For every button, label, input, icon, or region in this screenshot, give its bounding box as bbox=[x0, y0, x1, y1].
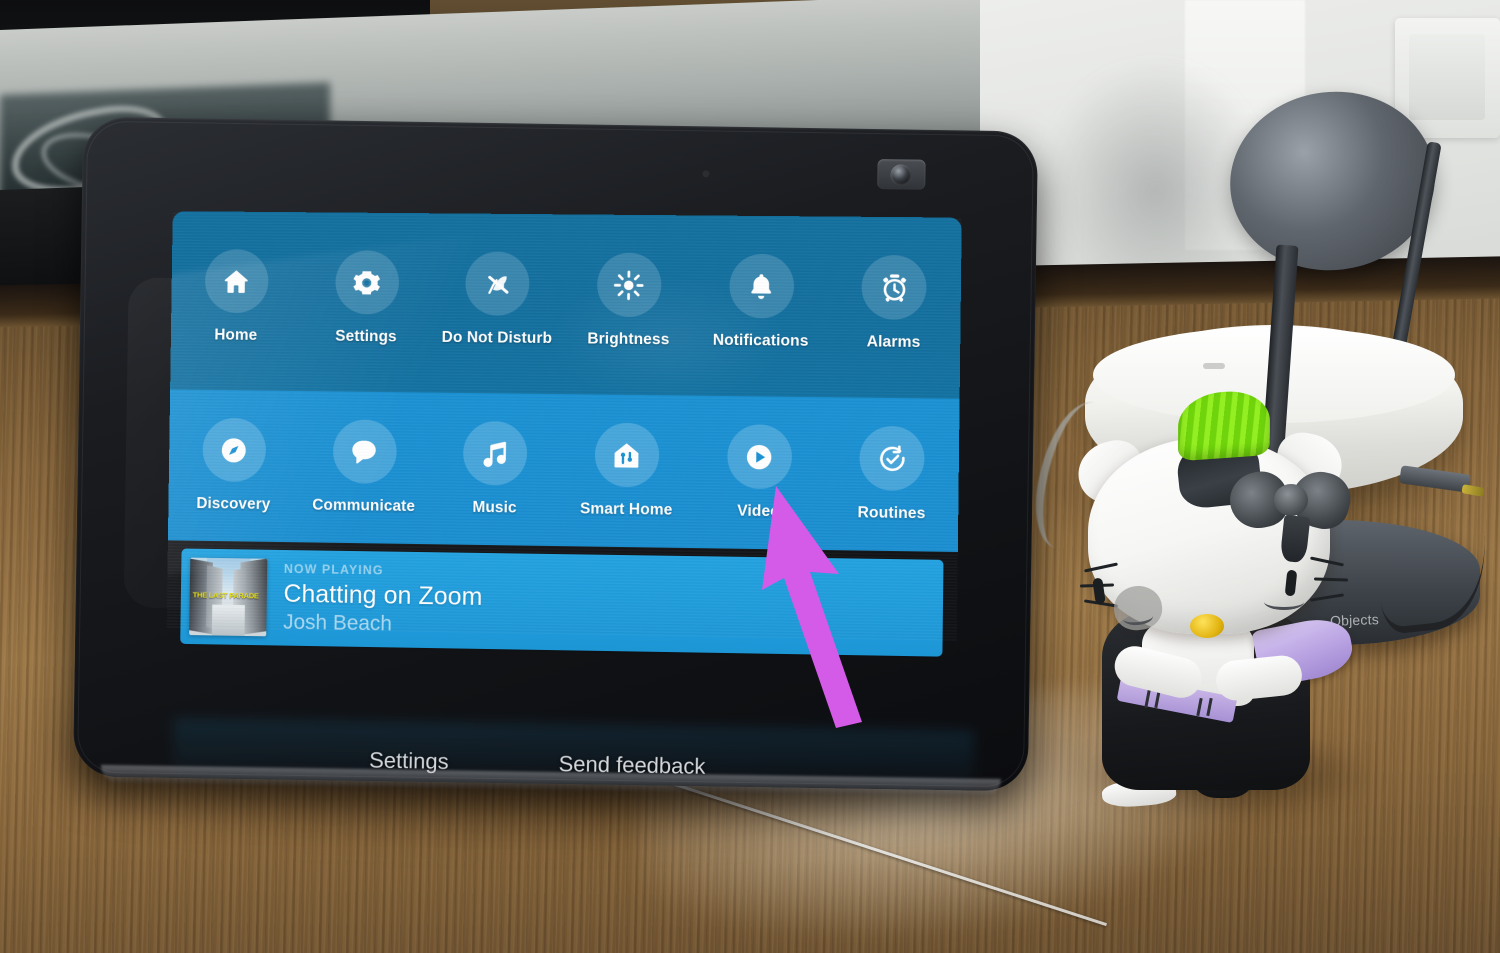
wall-switch-plate bbox=[1395, 18, 1500, 138]
annotation-arrow bbox=[740, 478, 890, 728]
front-camera-icon bbox=[877, 159, 926, 190]
smart-home-icon[interactable] bbox=[594, 422, 660, 488]
do-not-disturb-icon[interactable] bbox=[465, 251, 530, 316]
gear-icon[interactable] bbox=[334, 250, 399, 315]
tile-notifications[interactable]: Notifications bbox=[694, 253, 828, 351]
figurine-whisker bbox=[1310, 556, 1344, 567]
figurine-bow bbox=[1224, 465, 1356, 564]
tile-label: Settings bbox=[335, 327, 397, 346]
figurine-smile bbox=[1264, 594, 1304, 610]
compass-icon[interactable] bbox=[202, 417, 267, 483]
tile-do-not-disturb[interactable]: Do Not Disturb bbox=[431, 251, 563, 348]
tile-label: Alarms bbox=[866, 333, 921, 351]
tile-label: Music bbox=[472, 498, 517, 517]
bell-icon[interactable] bbox=[728, 253, 794, 319]
tile-label: Home bbox=[214, 326, 258, 344]
tile-brightness[interactable]: Brightness bbox=[562, 252, 695, 349]
smart-display-device: Home Settings Do Not Disturb Brightness … bbox=[72, 116, 1039, 821]
speaker-marking bbox=[1203, 363, 1225, 369]
photo-scene: Objects Home Settings Do Not Disturb Bri… bbox=[0, 0, 1500, 953]
tile-label: Brightness bbox=[587, 330, 670, 349]
alarm-clock-icon[interactable] bbox=[861, 254, 928, 320]
sun-icon[interactable] bbox=[596, 252, 662, 318]
tile-label: Discovery bbox=[196, 495, 271, 513]
tile-settings[interactable]: Settings bbox=[301, 250, 433, 347]
music-note-icon[interactable] bbox=[462, 420, 528, 486]
tile-communicate[interactable]: Communicate bbox=[298, 419, 430, 516]
tile-label: Communicate bbox=[312, 496, 416, 516]
tile-home[interactable]: Home bbox=[171, 249, 302, 346]
album-art-street bbox=[212, 604, 246, 636]
now-playing-kicker: NOW PLAYING bbox=[283, 561, 384, 577]
figurine-whisker bbox=[1313, 577, 1349, 582]
figurine-green-mohawk bbox=[1178, 388, 1270, 462]
tile-music[interactable]: Music bbox=[429, 420, 562, 518]
now-playing-artist: Josh Beach bbox=[283, 610, 393, 635]
album-artwork: THE LAST PARADE bbox=[189, 557, 268, 637]
tile-label: Smart Home bbox=[579, 500, 673, 519]
speech-bubble-icon[interactable] bbox=[332, 419, 397, 484]
now-playing-title: Chatting on Zoom bbox=[283, 579, 483, 611]
figurine-nose bbox=[1190, 614, 1224, 638]
bow-knot bbox=[1274, 484, 1308, 516]
figurine-eye-right bbox=[1284, 569, 1298, 597]
tile-smart-home[interactable]: Smart Home bbox=[560, 422, 693, 520]
album-art-title-text: THE LAST PARADE bbox=[192, 590, 259, 601]
quick-settings-row: Home Settings Do Not Disturb Brightness … bbox=[171, 249, 961, 353]
tile-alarms[interactable]: Alarms bbox=[827, 254, 961, 353]
tile-label: Notifications bbox=[712, 331, 809, 350]
figurine-whisker bbox=[1309, 593, 1345, 602]
now-playing-text: NOW PLAYING Chatting on Zoom Josh Beach bbox=[283, 561, 483, 637]
tile-label: Do Not Disturb bbox=[441, 328, 553, 348]
figurine-whisker bbox=[1084, 562, 1118, 573]
tile-discovery[interactable]: Discovery bbox=[168, 417, 299, 514]
microphone-dot bbox=[702, 170, 710, 178]
hello-kitty-figurine bbox=[1071, 388, 1410, 810]
home-icon[interactable] bbox=[204, 249, 269, 314]
